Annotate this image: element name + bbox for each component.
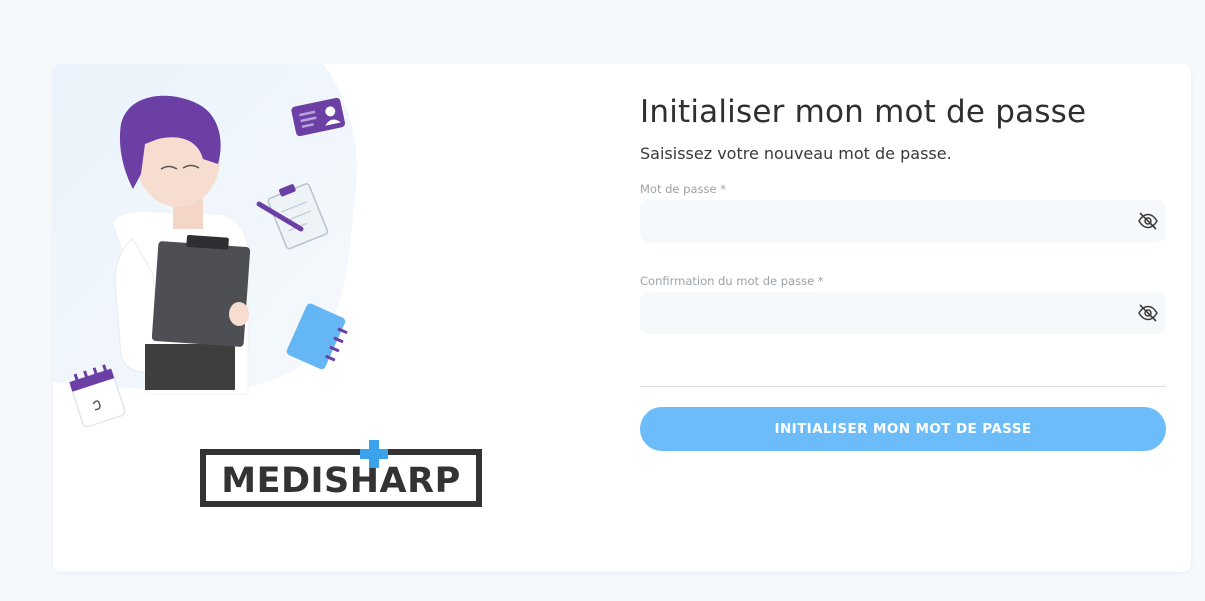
password-field: Mot de passe *: [640, 181, 1166, 242]
password-input-wrapper: [640, 200, 1166, 242]
clipboard: [151, 235, 251, 347]
confirm-password-field: Confirmation du mot de passe *: [640, 273, 1166, 334]
confirm-password-input[interactable]: [640, 292, 1166, 334]
password-label: Mot de passe *: [640, 182, 726, 196]
logo-text: MEDISHARP: [221, 461, 461, 501]
reset-password-card: MEDISHARP Initialiser mon mot de passe S…: [53, 64, 1191, 572]
form-divider: [640, 386, 1166, 387]
password-input[interactable]: [640, 200, 1166, 242]
confirm-password-input-wrapper: [640, 292, 1166, 334]
doctor-illustration: [53, 64, 357, 428]
eye-off-icon[interactable]: [1136, 301, 1160, 325]
confirm-password-label: Confirmation du mot de passe *: [640, 274, 824, 288]
submit-button[interactable]: INITIALISER MON MOT DE PASSE: [640, 407, 1166, 451]
page-title: Initialiser mon mot de passe: [640, 94, 1087, 130]
page-subtitle: Saisissez votre nouveau mot de passe.: [640, 144, 952, 163]
reset-password-form: Initialiser mon mot de passe Saisissez v…: [640, 92, 1166, 451]
eye-off-icon[interactable]: [1136, 209, 1160, 233]
medisharp-logo: MEDISHARP: [200, 440, 482, 507]
